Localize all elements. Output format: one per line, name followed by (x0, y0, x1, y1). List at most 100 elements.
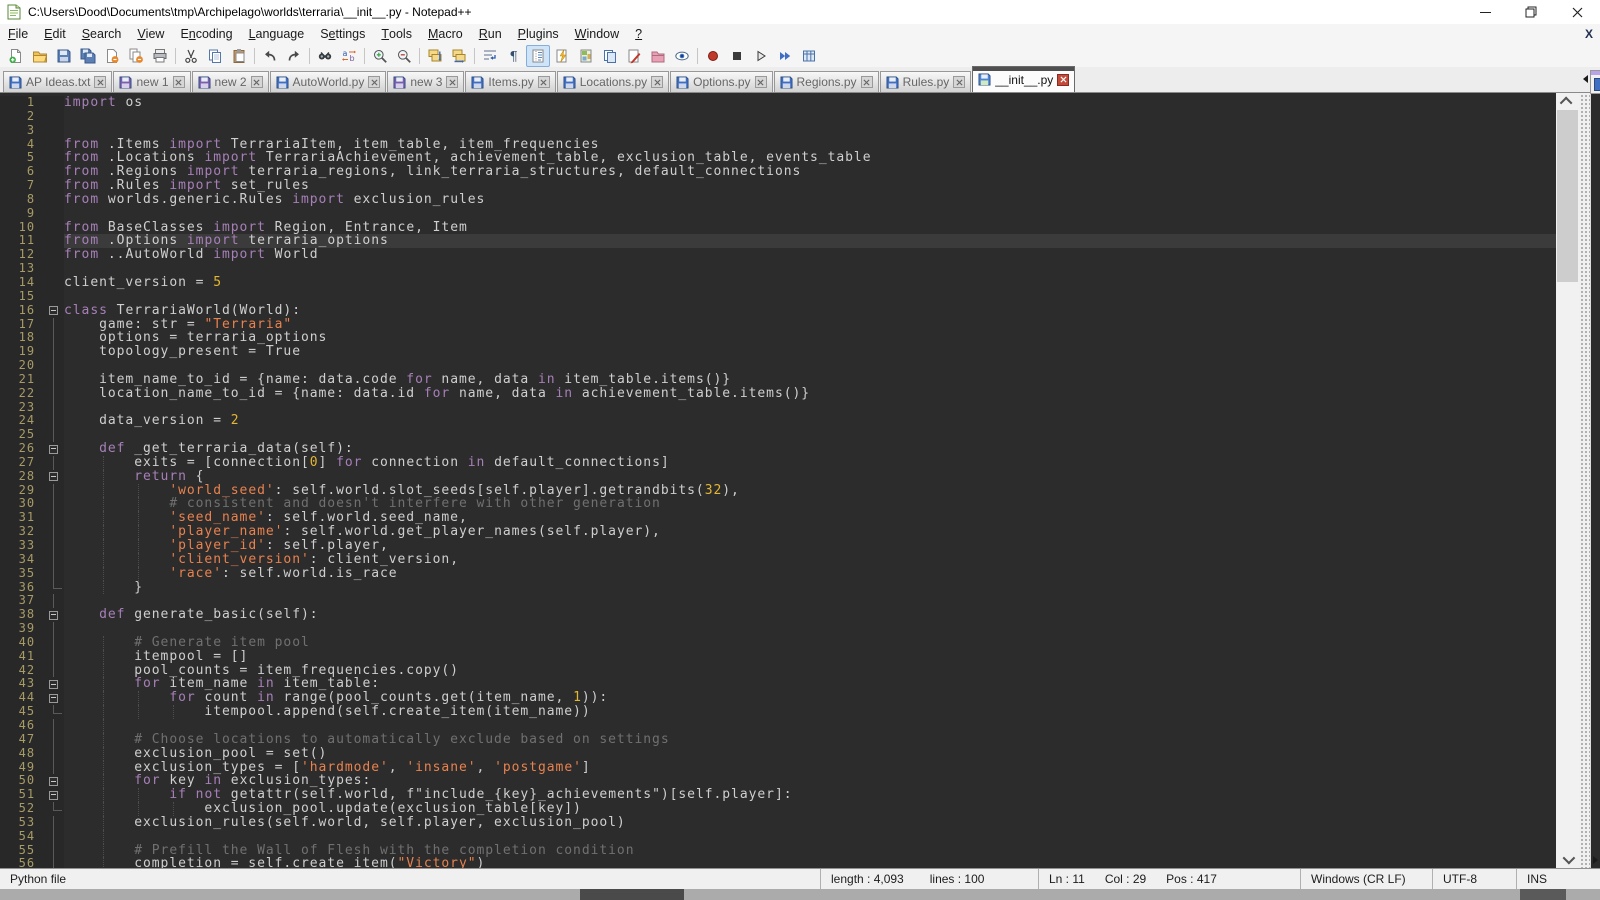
menu-window[interactable]: Window (567, 24, 627, 44)
cut-button[interactable] (179, 45, 203, 67)
code-line-12: 12from ..AutoWorld import World (0, 248, 1556, 262)
code-line-10: 10from BaseClasses import Region, Entran… (0, 221, 1556, 235)
tab-new-3[interactable]: new 3 (387, 71, 464, 92)
fold-collapse-icon[interactable] (44, 774, 64, 788)
menu-edit[interactable]: Edit (36, 24, 74, 44)
word-wrap-button[interactable] (478, 45, 502, 67)
copy-button[interactable] (203, 45, 227, 67)
tab-new-1[interactable]: new 1 (113, 71, 190, 92)
tab-close-icon[interactable] (1057, 74, 1069, 86)
menu-file[interactable]: File (0, 24, 36, 44)
code-line-3: 3 (0, 124, 1556, 138)
tab-new-2[interactable]: new 2 (192, 71, 269, 92)
fold-collapse-icon[interactable] (44, 788, 64, 802)
indent-guide-line (103, 497, 104, 511)
tab-rules-py[interactable]: Rules.py (880, 71, 972, 92)
tab-items-py[interactable]: Items.py (465, 71, 555, 92)
save-all-button[interactable] (76, 45, 100, 67)
menu-settings[interactable]: Settings (312, 24, 373, 44)
edit-pen-button[interactable] (622, 45, 646, 67)
menu-tools[interactable]: Tools (373, 24, 420, 44)
fold-collapse-icon[interactable] (44, 304, 64, 318)
tab-close-icon[interactable] (173, 76, 185, 88)
tab-regions-py[interactable]: Regions.py (774, 71, 879, 92)
fold-collapse-icon[interactable] (44, 608, 64, 622)
splitter-arrow-icon[interactable] (1593, 856, 1598, 864)
scroll-down-icon[interactable] (1556, 851, 1579, 868)
tab-ap-ideas-txt[interactable]: AP Ideas.txt (3, 71, 112, 92)
status-insert-mode[interactable]: INS (1516, 869, 1600, 889)
close-all-button[interactable] (124, 45, 148, 67)
status-encoding[interactable]: UTF-8 (1432, 869, 1516, 889)
tab-label: AP Ideas.txt (26, 75, 90, 89)
menu-language[interactable]: Language (241, 24, 313, 44)
macro-save-button[interactable] (797, 45, 821, 67)
menu-item[interactable]: ? (627, 24, 650, 44)
fold-collapse-icon[interactable] (44, 442, 64, 456)
svg-text:a: a (343, 49, 348, 58)
fold-collapse-icon[interactable] (44, 677, 64, 691)
close-button[interactable] (100, 45, 124, 67)
open-file-button[interactable] (28, 45, 52, 67)
redo-button[interactable] (282, 45, 306, 67)
function-list-button[interactable] (550, 45, 574, 67)
menu-close-document-icon[interactable]: X (1585, 27, 1600, 41)
tab-init-py[interactable]: __init__.py (972, 66, 1075, 92)
tab-close-icon[interactable] (538, 76, 550, 88)
indent-guide-line (103, 470, 104, 484)
save-button[interactable] (52, 45, 76, 67)
document-map-button[interactable] (574, 45, 598, 67)
scrollbar-thumb[interactable] (1557, 110, 1578, 282)
macro-play-button[interactable] (749, 45, 773, 67)
tab-close-icon[interactable] (251, 76, 263, 88)
sync-horizontal-button[interactable] (447, 45, 471, 67)
fold-collapse-icon[interactable] (44, 470, 64, 484)
macro-play-multi-button[interactable] (773, 45, 797, 67)
restore-button[interactable] (1508, 0, 1554, 24)
paste-button[interactable] (227, 45, 251, 67)
menu-plugins[interactable]: Plugins (510, 24, 567, 44)
minimize-button[interactable] (1462, 0, 1508, 24)
tab-close-icon[interactable] (651, 76, 663, 88)
view-splitter[interactable] (1579, 93, 1590, 868)
macro-stop-button[interactable] (725, 45, 749, 67)
menu-view[interactable]: View (129, 24, 172, 44)
tab-close-icon[interactable] (953, 76, 965, 88)
sync-vertical-button[interactable] (423, 45, 447, 67)
tab-autoworld-py[interactable]: AutoWorld.py (270, 71, 387, 92)
replace-button[interactable]: ab (337, 45, 361, 67)
menu-run[interactable]: Run (471, 24, 510, 44)
code-line-33: 33 'player_id': self.player, (0, 539, 1556, 553)
tab-close-icon[interactable] (368, 76, 380, 88)
macro-record-button[interactable] (701, 45, 725, 67)
tab-close-icon[interactable] (861, 76, 873, 88)
status-eol-format[interactable]: Windows (CR LF) (1300, 869, 1432, 889)
menu-encoding[interactable]: Encoding (172, 24, 240, 44)
folder-as-workspace-button[interactable] (646, 45, 670, 67)
print-button[interactable] (148, 45, 172, 67)
tab-scroll-left-icon[interactable] (1583, 75, 1588, 83)
find-button[interactable] (313, 45, 337, 67)
close-button[interactable] (1554, 0, 1600, 24)
show-all-characters-button[interactable]: ¶ (502, 45, 526, 67)
tab-options-py[interactable]: Options.py (670, 71, 772, 92)
menu-search[interactable]: Search (74, 24, 130, 44)
code-editor[interactable]: 1import os234from .Items import Terraria… (0, 93, 1556, 868)
zoom-in-button[interactable] (368, 45, 392, 67)
new-file-button[interactable] (4, 45, 28, 67)
tab-close-icon[interactable] (446, 76, 458, 88)
tab-close-icon[interactable] (755, 76, 767, 88)
monitoring-button[interactable] (670, 45, 694, 67)
code-line-11: 11from .Options import terraria_options (0, 234, 1556, 248)
fold-collapse-icon[interactable] (44, 691, 64, 705)
undo-button[interactable] (258, 45, 282, 67)
menu-macro[interactable]: Macro (420, 24, 471, 44)
tab-close-icon[interactable] (94, 76, 106, 88)
zoom-out-icon (396, 48, 412, 64)
zoom-out-button[interactable] (392, 45, 416, 67)
vertical-scrollbar[interactable] (1556, 93, 1579, 868)
tab-locations-py[interactable]: Locations.py (557, 71, 669, 92)
indent-guide-button[interactable] (526, 45, 550, 67)
document-list-button[interactable] (598, 45, 622, 67)
scroll-up-icon[interactable] (1556, 93, 1579, 110)
